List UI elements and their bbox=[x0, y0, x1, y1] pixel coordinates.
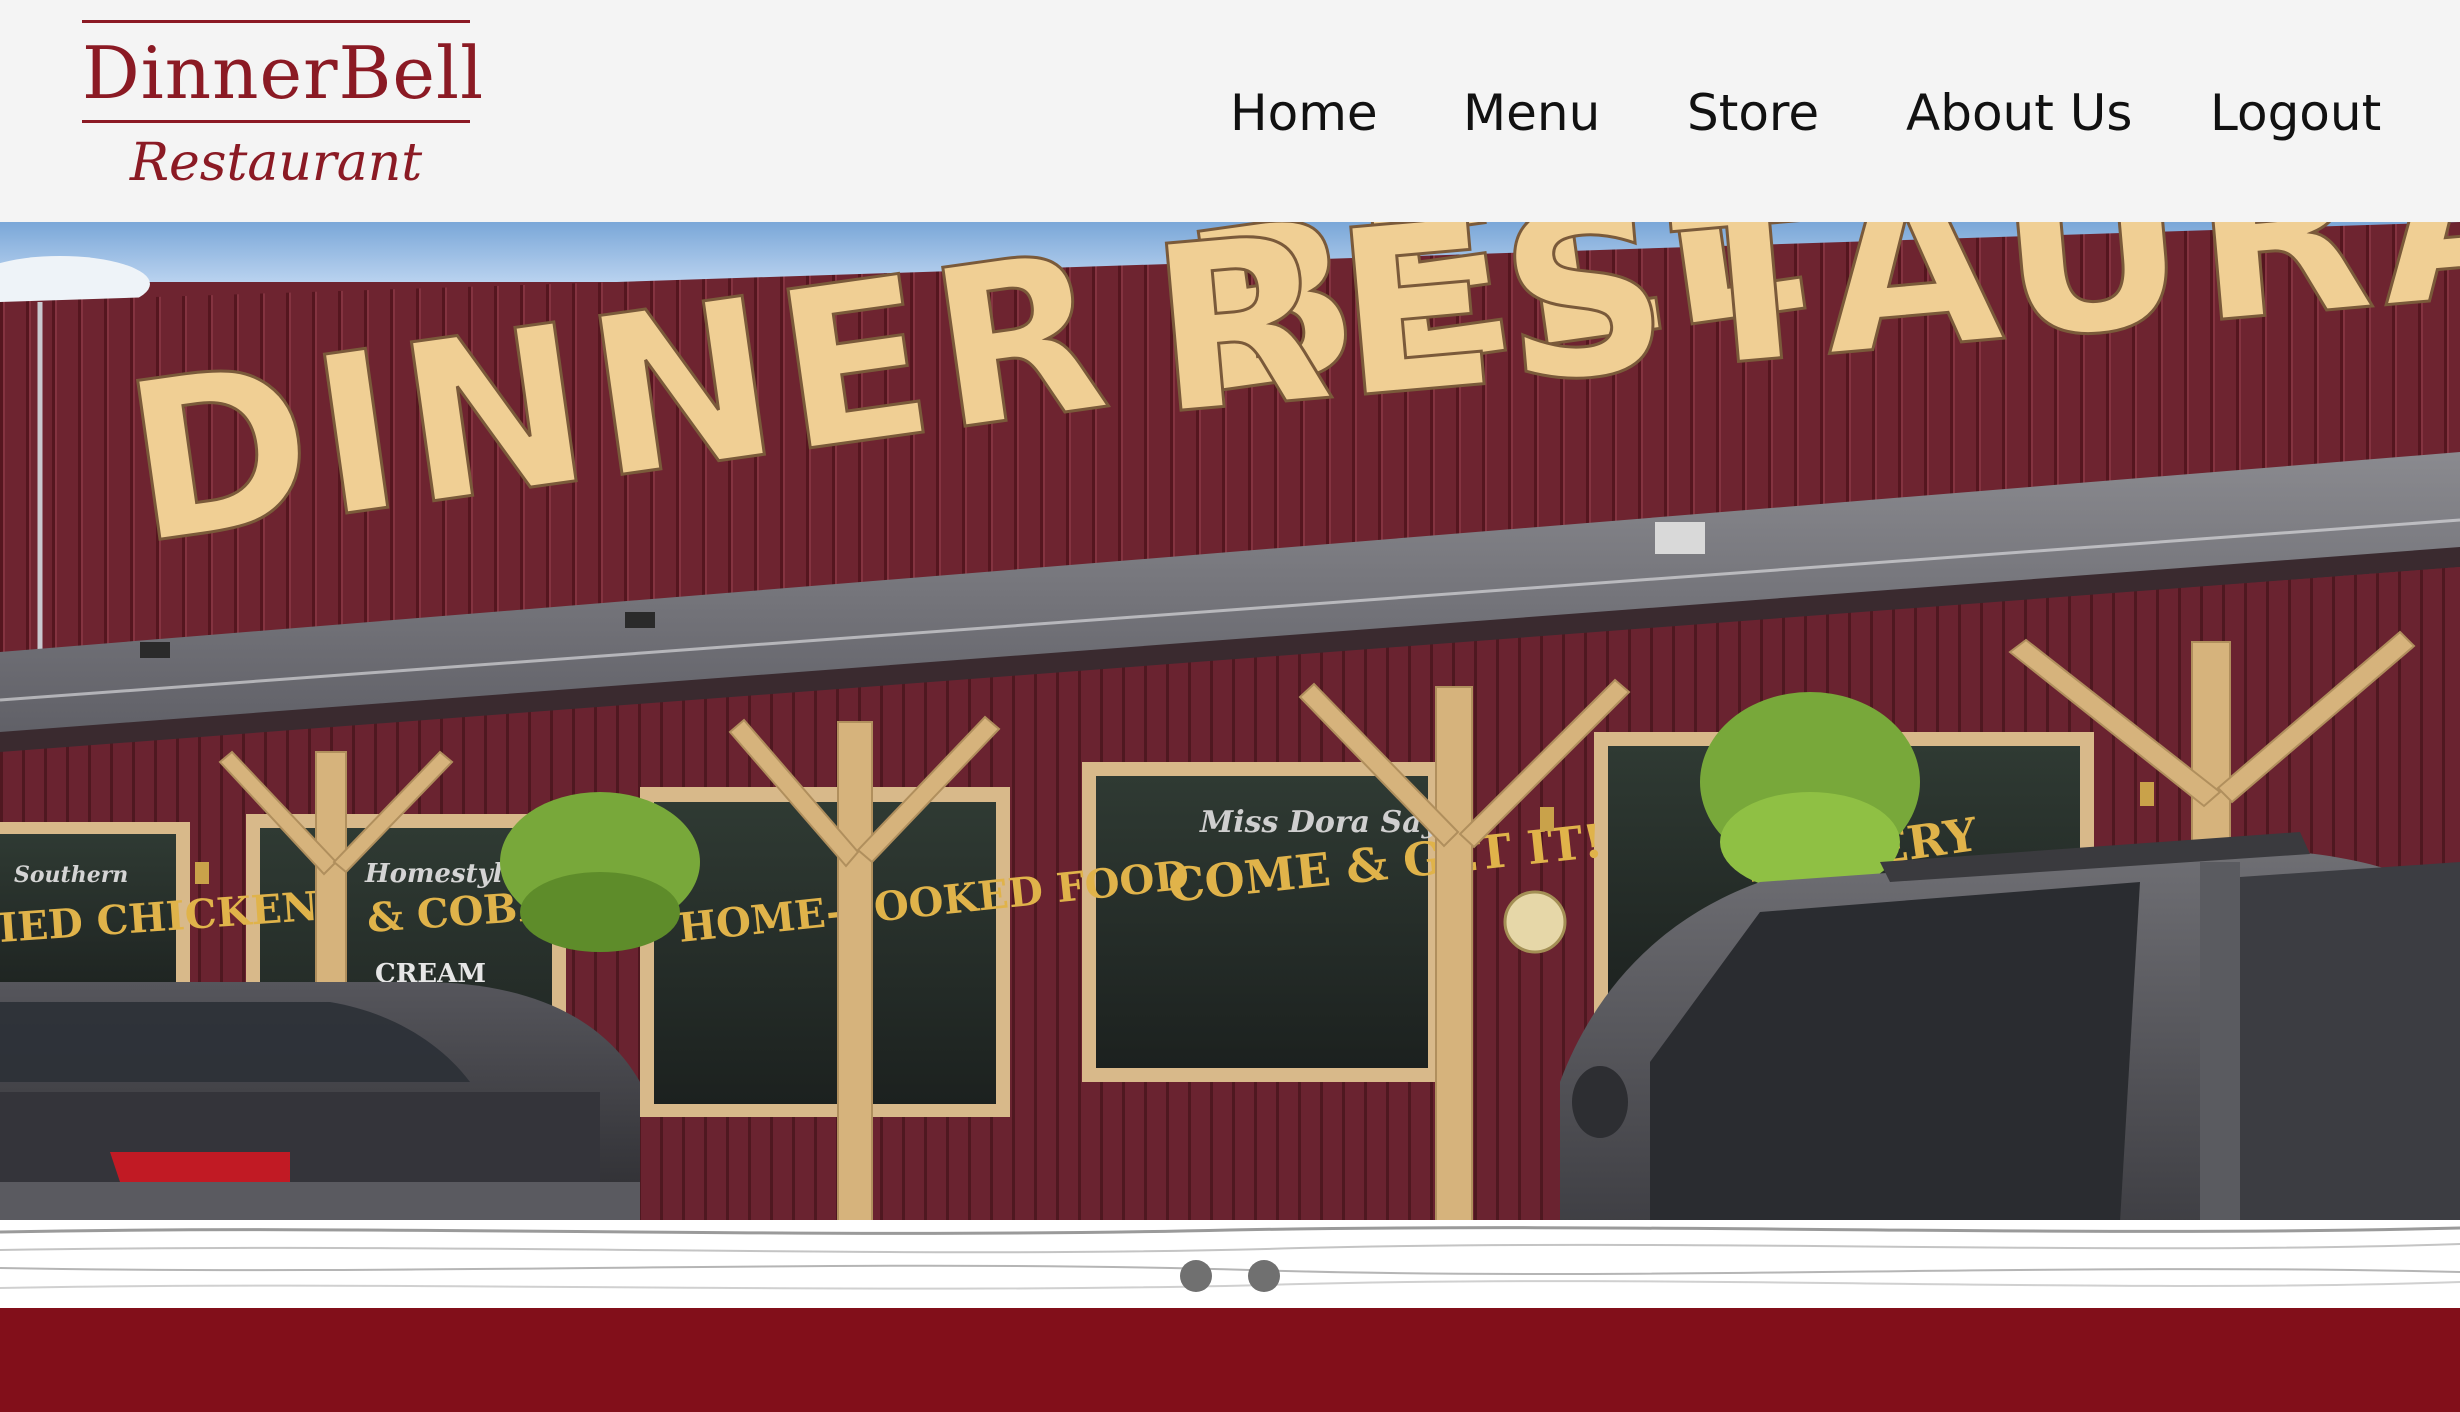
nav-home-link[interactable]: Home bbox=[1230, 78, 1378, 148]
hero-slide-image: DINNER BELL RESTAURANT Southern IED CHIC… bbox=[0, 222, 2460, 1222]
slider-dot-2[interactable] bbox=[1248, 1260, 1280, 1292]
slider-pagination bbox=[1180, 1260, 1300, 1292]
nav-menu-link[interactable]: Menu bbox=[1463, 78, 1600, 148]
logo-top-rule bbox=[82, 20, 470, 23]
nav-store-link[interactable]: Store bbox=[1687, 78, 1819, 148]
main-nav: Home Menu Store About Us Logout bbox=[0, 78, 2460, 148]
nav-about-us-link[interactable]: About Us bbox=[1906, 78, 2132, 148]
window-sign-southern: Southern bbox=[14, 862, 128, 888]
restaurant-facade-illustration: DINNER BELL RESTAURANT Southern IED CHIC… bbox=[0, 222, 2460, 1222]
slider-dot-1[interactable] bbox=[1180, 1260, 1212, 1292]
section-red-band bbox=[0, 1308, 2460, 1412]
nav-logout-link[interactable]: Logout bbox=[2210, 78, 2381, 148]
site-header: DinnerBell Restaurant Home Menu Store Ab… bbox=[0, 0, 2460, 222]
parked-car-left bbox=[0, 982, 640, 1222]
window-sign-homestyle: Homestyle bbox=[364, 859, 519, 889]
